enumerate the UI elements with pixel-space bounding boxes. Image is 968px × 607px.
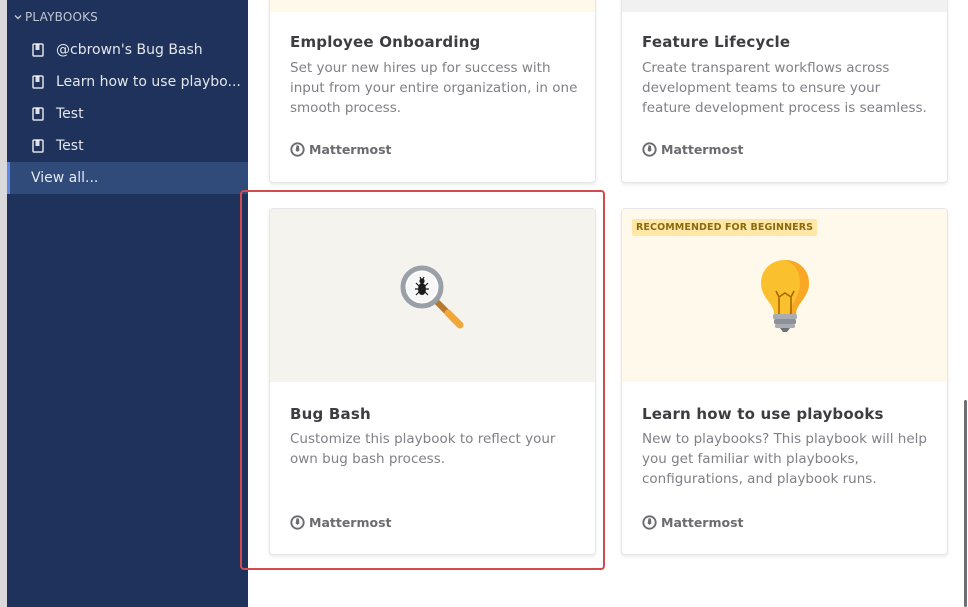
card-brand: Mattermost <box>642 142 744 157</box>
template-card-learn-playbooks[interactable]: RECOMMENDED FOR BEGINNERS Learn how to u… <box>621 208 948 555</box>
sidebar-item-learn-playbooks[interactable]: Learn how to use playbo... <box>7 66 248 98</box>
sidebar: PLAYBOOKS @cbrown's Bug Bash Learn how t… <box>7 0 248 607</box>
card-description: New to playbooks? This playbook will hel… <box>642 431 927 487</box>
scrollbar-thumb[interactable] <box>964 400 967 607</box>
sidebar-item-view-all[interactable]: View all... <box>7 162 248 194</box>
template-card-employee-onboarding[interactable]: Employee Onboarding Set your new hires u… <box>269 0 596 183</box>
view-all-label: View all... <box>31 170 99 186</box>
sidebar-item-label: Learn how to use playbo... <box>56 74 241 90</box>
mattermost-logo-icon <box>642 142 657 157</box>
selection-highlight <box>240 190 605 570</box>
card-banner <box>622 0 947 12</box>
chevron-down-icon <box>14 15 22 20</box>
brand-label: Mattermost <box>661 142 744 157</box>
window-edge <box>0 0 7 607</box>
card-description: Create transparent workflows across deve… <box>642 60 927 116</box>
card-banner: RECOMMENDED FOR BEGINNERS <box>622 209 947 382</box>
card-brand: Mattermost <box>290 142 392 157</box>
mattermost-logo-icon <box>642 515 657 530</box>
sidebar-item-label: Test <box>56 138 84 154</box>
card-banner <box>270 0 595 12</box>
recommended-badge: RECOMMENDED FOR BEGINNERS <box>632 219 818 236</box>
book-icon <box>32 43 44 57</box>
card-title: Learn how to use playbooks <box>642 405 884 423</box>
book-icon <box>32 139 44 153</box>
card-title: Feature Lifecycle <box>642 33 791 51</box>
card-brand: Mattermost <box>642 515 744 530</box>
sidebar-item-test-2[interactable]: Test <box>7 130 248 162</box>
brand-label: Mattermost <box>309 142 392 157</box>
mattermost-logo-icon <box>290 142 305 157</box>
card-title: Employee Onboarding <box>290 33 481 51</box>
lightbulb-icon <box>761 260 809 332</box>
sidebar-item-label: @cbrown's Bug Bash <box>56 42 203 58</box>
sidebar-item-test-1[interactable]: Test <box>7 98 248 130</box>
sidebar-item-label: Test <box>56 106 84 122</box>
brand-label: Mattermost <box>661 515 744 530</box>
template-card-feature-lifecycle[interactable]: Feature Lifecycle Create transparent wor… <box>621 0 948 183</box>
book-icon <box>32 107 44 121</box>
book-icon <box>32 75 44 89</box>
sidebar-item-cbrown-bug-bash[interactable]: @cbrown's Bug Bash <box>7 34 248 66</box>
card-description: Set your new hires up for success with i… <box>290 60 578 116</box>
section-label: PLAYBOOKS <box>25 10 99 24</box>
playbooks-section-header[interactable]: PLAYBOOKS <box>7 6 98 28</box>
